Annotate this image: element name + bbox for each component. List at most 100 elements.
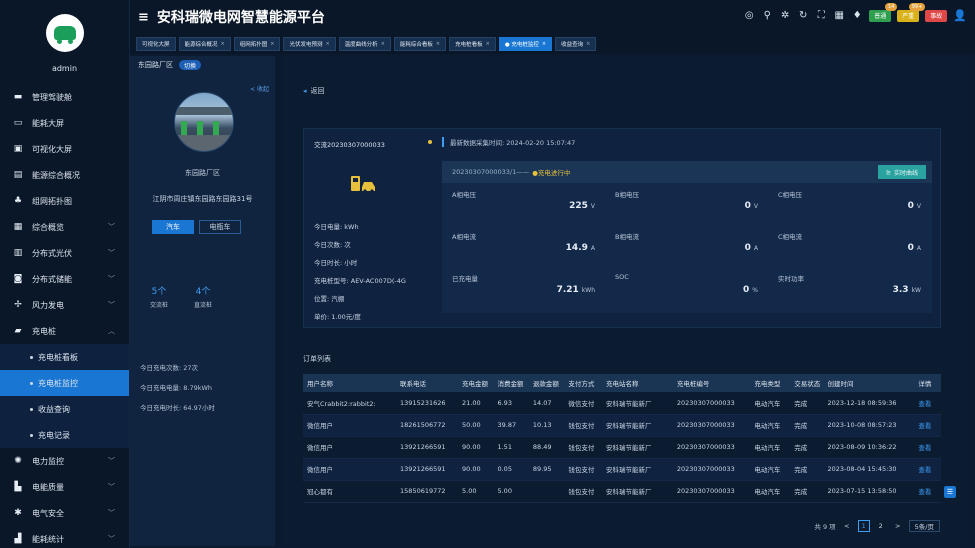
view-detail-link[interactable]: 查看 [914, 458, 941, 481]
tab[interactable]: 温度曲线分析 × [338, 37, 391, 51]
table-header: 用户名称 联系电话 充电金额 消费金额 退款金额 支付方式 充电站名称 充电桩编号 充电类型 交易… [303, 374, 941, 392]
dc-pile-count: 4个 直流桩 [194, 287, 213, 309]
view-detail-link[interactable]: 查看 [914, 480, 941, 503]
tab[interactable]: 可视化大屏 [136, 37, 176, 51]
close-icon[interactable]: × [542, 41, 546, 47]
view-detail-link[interactable]: 查看 [914, 436, 941, 459]
tab-label: 光伏发电预测 [289, 42, 323, 48]
tab[interactable]: 收益查询 × [555, 37, 597, 51]
close-icon[interactable]: × [436, 41, 440, 47]
sidebar-item[interactable]: ▰ 充电桩 ︿ [0, 318, 129, 344]
metric-value: 225 V [569, 201, 595, 211]
alarm-serious-badge[interactable]: 严重 99+ [897, 2, 926, 22]
metric-number: 14.9 [565, 243, 588, 253]
sidebar-item[interactable]: ✺ 电力监控 ﹀ [0, 448, 129, 474]
pager-page-2[interactable]: 2 [875, 520, 887, 532]
switch-station-button[interactable]: 切换 [179, 60, 202, 70]
tabs-bar: 可视化大屏 能源综合概况 × 组网拓扑图 × 光伏发电预测 × 温度曲线分析 × 能耗综合看板 × 充… [130, 34, 975, 54]
view-detail-link[interactable]: 查看 [914, 414, 941, 437]
sidebar-item[interactable]: 收益查询 [0, 396, 129, 422]
pager-page-1[interactable]: 1 [857, 520, 870, 532]
collapse-button[interactable]: < 收起 [250, 84, 269, 93]
today-energy: 今日电量: kWh [314, 223, 359, 231]
close-icon[interactable]: × [270, 41, 274, 47]
close-icon[interactable]: × [586, 41, 590, 47]
sidebar-item[interactable]: ▟ 能耗统计 ﹀ [0, 526, 129, 548]
sidebar-item[interactable]: ▣ 可视化大屏 [0, 136, 129, 162]
realtime-curve-button[interactable]: ⊵ 实时曲线 [877, 165, 926, 179]
sidebar-item[interactable]: ▙ 电能质量 ﹀ [0, 474, 129, 500]
sidebar-item[interactable]: ▥ 分布式光伏 ﹀ [0, 240, 129, 266]
table-cell: 10.13 [528, 414, 565, 437]
page-size-select[interactable]: 5条/页 [908, 520, 940, 532]
metric-value: 0% [743, 285, 758, 295]
sidebar-item[interactable]: ✱ 电气安全 ﹀ [0, 500, 129, 526]
tab[interactable]: 能耗综合看板 × [393, 37, 447, 51]
tab[interactable]: 组网拓扑图 × [233, 37, 281, 51]
menu-icon: ✺ [14, 456, 22, 466]
metric-label: B相电压 [615, 191, 639, 199]
sidebar-item[interactable]: 充电桩看板 [0, 344, 129, 370]
column-header: 详情 [914, 374, 941, 392]
metric-value: 3.3 kW [893, 285, 921, 295]
refresh-icon[interactable]: ↻ [797, 10, 809, 21]
search-icon[interactable]: ⚲ [761, 10, 773, 21]
sidebar-item[interactable]: ▬ 管理驾驶舱 [0, 84, 129, 110]
menu-icon: ◙ [13, 274, 23, 284]
chevron-icon: ︿ [108, 327, 115, 335]
sidebar-item[interactable]: ✢ 风力发电 ﹀ [0, 292, 129, 318]
column-header: 充电类型 [750, 374, 791, 392]
hamburger-icon[interactable]: ≡ [138, 10, 149, 25]
sidebar-item-label: 收益查询 [38, 404, 70, 414]
sidebar-item[interactable]: ▭ 能耗大屏 [0, 110, 129, 136]
metric-cell: C相电压 0 V [768, 183, 931, 223]
view-detail-link[interactable]: 查看 [914, 392, 941, 415]
close-icon[interactable]: × [221, 41, 225, 47]
column-header: 退款金额 [528, 374, 565, 392]
sidebar-item[interactable]: ▤ 能源综合概况 [0, 162, 129, 188]
sidebar-item[interactable]: ♣ 组网拓扑图 [0, 188, 129, 214]
ebike-type-button[interactable]: 电瓶车 [199, 220, 241, 234]
theme-icon[interactable]: ✲ [779, 10, 791, 21]
alarm-normal-badge[interactable]: 普通 14 [869, 2, 898, 22]
tab[interactable]: 充电桩看板 × [449, 37, 496, 51]
close-icon[interactable]: × [325, 41, 329, 47]
pager-next[interactable]: > [892, 520, 904, 532]
menu-icon: ♣ [13, 196, 23, 206]
screen-icon[interactable]: ◎ [743, 10, 755, 21]
table-cell: 18261506772 [396, 414, 459, 437]
sidebar: admin ▬ 管理驾驶舱 ▭ 能耗大屏 ▣ 可视化大屏 ▤ 能源综合概况 ♣ 组网拓扑图 ▦ 综合概… [0, 0, 130, 548]
tab-label: 能耗综合看板 [399, 42, 433, 48]
alarm-accident-badge[interactable]: 事故 [925, 9, 948, 22]
table-cell: 2023-07-15 13:58:50 [823, 480, 915, 503]
metric-unit: V [590, 203, 595, 210]
pile-info: 今日电量: kWh 今日次数: 次 今日时长: 小时 充电桩型号: AEV-AC… [314, 221, 406, 329]
column-header: 用户名称 [303, 374, 397, 392]
close-icon[interactable]: × [381, 41, 385, 47]
sidebar-item[interactable]: ◙ 分布式储能 ﹀ [0, 266, 129, 292]
tab-label: 收益查询 [561, 42, 584, 48]
shirt-icon[interactable]: ♦ [851, 10, 863, 21]
tab[interactable]: 光伏发电预测 × [283, 37, 336, 51]
tab[interactable]: ● 充电桩监控 × [498, 37, 553, 51]
sidebar-item[interactable]: 充电桩监控 [0, 370, 129, 396]
sidebar-item-label: 电气安全 [32, 508, 64, 518]
stat-times: 今日充电次数: 27次 [140, 364, 199, 372]
table-cell: 冠心都有 [303, 480, 397, 503]
sidebar-item[interactable]: ▦ 综合概览 ﹀ [0, 214, 129, 240]
tab[interactable]: 能源综合概况 × [178, 37, 231, 51]
chevron-icon: ﹀ [108, 223, 115, 231]
table-cell: 钱包支付 [564, 436, 603, 459]
back-button[interactable]: ◂ 返回 [303, 86, 325, 96]
pager-prev[interactable]: < [841, 520, 853, 532]
sidebar-item-label: 充电桩 [32, 326, 56, 336]
user-icon[interactable]: 👤 [953, 9, 967, 22]
sidebar-item[interactable]: 充电记录 [0, 422, 129, 448]
layout-icon[interactable]: ▦ [833, 10, 845, 21]
table-cell: 电动汽车 [750, 414, 791, 437]
float-menu-icon[interactable]: ☰ [944, 486, 956, 498]
car-type-button[interactable]: 汽车 [152, 220, 194, 234]
close-icon[interactable]: × [486, 41, 490, 47]
fullscreen-icon[interactable]: ⛶ [815, 10, 827, 21]
menu-icon: ▣ [13, 144, 23, 154]
